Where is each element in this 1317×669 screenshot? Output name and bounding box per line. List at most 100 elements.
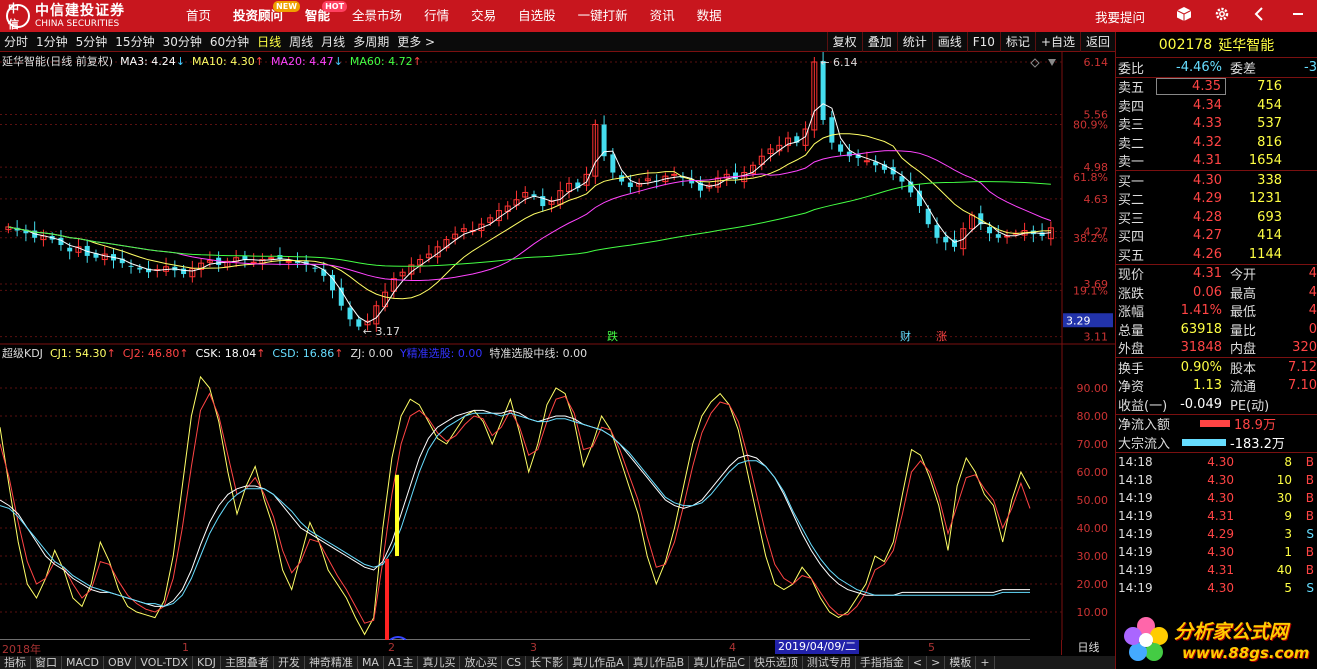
trade-time: 14:19 (1118, 526, 1153, 541)
period-tab[interactable]: 分时 (0, 33, 32, 50)
period-tab[interactable]: 15分钟 (111, 33, 158, 50)
ask-label: 卖五 (1118, 81, 1145, 97)
brand-logo[interactable]: 中信 中信建投证券 CHINA SECURITIES (0, 0, 175, 32)
legend-arrow: ↑ (106, 346, 116, 360)
trade-time: 14:19 (1118, 580, 1153, 595)
trade-price: 4.31 (1207, 562, 1234, 577)
legend-item: CJ1: 54.30↑ (49, 346, 116, 360)
indicator-tab[interactable]: > (927, 656, 946, 669)
signal-zhang: 涨 (936, 330, 947, 343)
indicator-tab[interactable]: + (976, 656, 995, 669)
period-tab[interactable]: 更多 > (393, 33, 439, 50)
cube-icon[interactable] (1165, 6, 1203, 26)
bid-price: 4.28 (1193, 209, 1222, 225)
indicator-tab[interactable]: 开发 (274, 656, 305, 669)
indicator-tab[interactable]: 快乐选顶 (750, 656, 803, 669)
gear-icon[interactable] (1203, 6, 1241, 26)
bid-label: 买三 (1118, 211, 1145, 227)
price-tick-label: 38.2% (1073, 232, 1108, 245)
nav-item[interactable]: 行情 (413, 0, 460, 32)
indicator-tab[interactable]: A1主 (384, 656, 419, 669)
indicator-tab[interactable]: 放心买 (460, 656, 503, 669)
indicator-tab[interactable]: < (909, 656, 928, 669)
nav-item[interactable]: 全景市场 (341, 0, 413, 32)
indicator-tab[interactable]: 测试专用 (803, 656, 856, 669)
candle-body (347, 307, 353, 320)
indicator-tab[interactable]: CS (502, 656, 527, 669)
period-tab[interactable]: 1分钟 (32, 33, 72, 50)
stat-label: 涨跌 (1118, 286, 1145, 302)
period-tab[interactable]: 日线 (253, 33, 285, 50)
dropdown-icon (1048, 59, 1056, 66)
period-tab[interactable]: 60分钟 (206, 33, 253, 50)
legend-item: 超级KDJ (2, 347, 43, 360)
tool-button[interactable]: 画线 (931, 32, 967, 52)
back-arrow-icon[interactable] (1241, 6, 1279, 26)
ask-question-link[interactable]: 我要提问 (1095, 7, 1145, 26)
legend-arrow: ↑ (256, 346, 266, 360)
buy-signal-bar (385, 558, 389, 640)
indicator-tab[interactable]: 神奇精准 (305, 656, 358, 669)
stat-label: 流通 (1230, 380, 1257, 396)
nav-item[interactable]: 智能 HOT (294, 0, 348, 32)
period-tab[interactable]: 5分钟 (72, 33, 112, 50)
tool-button[interactable]: +自选 (1034, 32, 1080, 52)
price-tick-label: 6.14 (1084, 56, 1109, 69)
kdj-tick-label: 50.00 (1077, 494, 1109, 507)
tool-button[interactable]: F10 (966, 32, 1000, 52)
tool-button[interactable]: 统计 (896, 32, 932, 52)
period-indicator[interactable]: 日线 (1061, 640, 1115, 655)
period-tab[interactable]: 月线 (317, 33, 349, 50)
indicator-tab[interactable]: 模板 (945, 656, 977, 669)
trade-row: 14:19 4.30 1 B (1116, 543, 1317, 561)
indicator-tab[interactable]: 真儿作品C (689, 656, 750, 669)
bid-label: 买四 (1118, 230, 1145, 246)
indicator-tab[interactable]: KDJ (193, 656, 221, 669)
indicator-tab[interactable]: 真儿买 (418, 656, 461, 669)
ma-legend: 延华智能(日线 前复权) MA3: 4.24↓ MA10: 4.30↑ MA20: 4… (0, 53, 422, 69)
low-annotation: ← 3.17 (363, 325, 400, 338)
indicator-tab[interactable]: 主图叠者 (221, 656, 274, 669)
period-tab[interactable]: 多周期 (349, 33, 393, 50)
tool-button[interactable]: 叠加 (861, 32, 897, 52)
ask-price: 4.32 (1193, 134, 1222, 150)
nav-item[interactable]: 数据 (686, 0, 733, 32)
ask-volume: 816 (1257, 134, 1282, 150)
candle-body (242, 255, 248, 260)
flow-row: 净流入额 18.9万 (1116, 415, 1317, 433)
stat-label: 换手 (1118, 361, 1145, 377)
trade-row: 14:18 4.30 8 B (1116, 453, 1317, 471)
indicator-tab[interactable]: 长下影 (526, 656, 569, 669)
nav-item[interactable]: 资讯 (639, 0, 686, 32)
minimize-icon[interactable] (1279, 6, 1317, 26)
period-tab[interactable]: 30分钟 (159, 33, 206, 50)
trade-volume: 10 (1276, 472, 1292, 487)
nav-item[interactable]: 自选股 (507, 0, 567, 32)
indicator-tab[interactable]: 真儿作品B (629, 656, 690, 669)
candle-body (1039, 232, 1045, 236)
kdj-tick-label: 20.00 (1077, 578, 1109, 591)
legend-item: MA3: 4.24↓ (120, 54, 186, 68)
x-label-year: 2018年 (2, 643, 41, 656)
nav-item[interactable]: 首页 (175, 0, 222, 32)
tool-button[interactable]: 返回 (1079, 32, 1115, 52)
indicator-tab[interactable]: MA (358, 656, 384, 669)
candle-body (268, 257, 275, 260)
nav-item[interactable]: 交易 (460, 0, 507, 32)
indicator-tab[interactable]: VOL-TDX (136, 656, 193, 669)
ask-row: 卖四 4.34 454 (1116, 96, 1317, 115)
indicator-tab[interactable]: 真儿作品A (568, 656, 629, 669)
indicator-tab[interactable]: 指标 (0, 656, 31, 669)
tool-button[interactable]: 复权 (826, 32, 862, 52)
legend-arrow: ↓ (333, 54, 343, 68)
indicator-tab[interactable]: 手指指金 (856, 656, 909, 669)
indicator-tab[interactable]: 窗口 (31, 656, 62, 669)
indicator-tab[interactable]: MACD (62, 656, 104, 669)
period-tab[interactable]: 周线 (285, 33, 317, 50)
nav-item[interactable]: 一键打新 (567, 0, 639, 32)
x-label-month: 5 (928, 641, 935, 654)
flower-logo-icon (1124, 617, 1168, 661)
indicator-tab[interactable]: OBV (104, 656, 137, 669)
tool-button[interactable]: 标记 (999, 32, 1035, 52)
nav-item[interactable]: 投资顾问 NEW (222, 0, 301, 32)
